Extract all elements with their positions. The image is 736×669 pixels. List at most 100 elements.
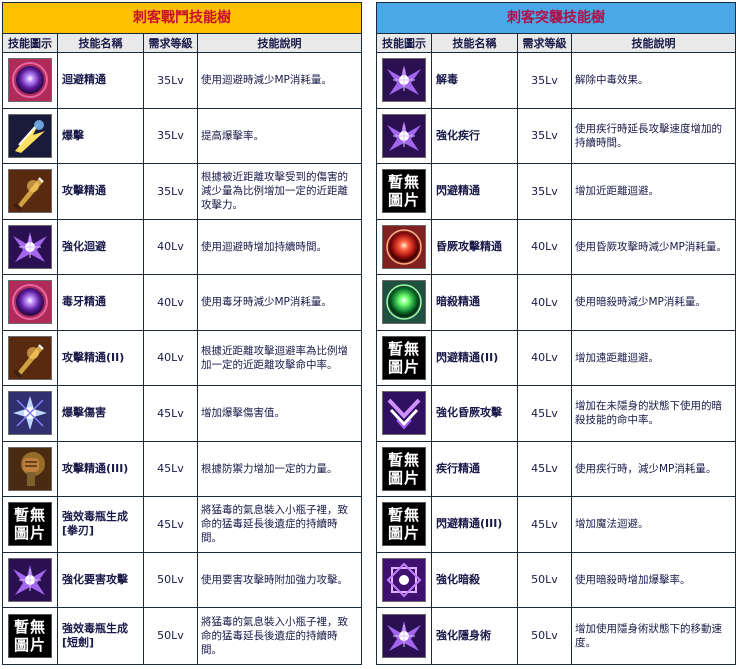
combat-skill-tree-table: 刺客戰鬥技能樹 技能圖示 技能名稱 需求等級 技能說明 迴避精通 35Lv 使用迴避… xyxy=(2,2,362,665)
skill-description: 增加魔法迴避。 xyxy=(575,518,649,531)
table-row: 暫無 圖片 閃避精通(II) 40Lv 增加遠距離迴避。 xyxy=(377,330,735,386)
skill-icon-cell xyxy=(377,219,432,274)
skill-name: 毒牙精通 xyxy=(58,275,144,330)
skill-description: 將猛毒的氣息裝入小瓶子裡，致命的猛毒延長後遺症的持續時間。 xyxy=(201,504,348,545)
header-icon: 技能圖示 xyxy=(3,34,58,52)
skill-level: 35Lv xyxy=(518,53,572,108)
red-orb-icon xyxy=(382,224,426,269)
skill-description: 增加近距離迴避。 xyxy=(575,185,659,198)
no-image-text-top: 暫無 xyxy=(387,173,420,192)
no-image-text-top: 暫無 xyxy=(387,339,420,358)
skill-description: 使用迴避時減少MP消耗量。 xyxy=(201,74,332,87)
skill-level: 40Lv xyxy=(518,330,572,385)
no-image-text-bottom: 圖片 xyxy=(387,524,420,543)
no-image-text-top: 暫無 xyxy=(13,506,46,525)
skill-description: 根據被近距離攻擊受到的傷害的減少量為比例增加一定的近距離攻擊力。 xyxy=(201,171,348,212)
no-image-text-bottom: 圖片 xyxy=(387,357,420,376)
table-header: 技能圖示 技能名稱 需求等級 技能說明 xyxy=(3,34,361,53)
skill-icon-cell: 暫無 圖片 xyxy=(377,330,432,385)
table-row: 強化暗殺 50Lv 使用暗殺時增加爆擊率。 xyxy=(377,552,735,608)
skill-name: 強化暗殺 xyxy=(432,552,518,607)
skill-name: 強化疾行 xyxy=(432,108,518,163)
glowing-blade-icon xyxy=(8,169,52,214)
skill-level: 45Lv xyxy=(144,497,198,552)
table-row: 暫無 圖片 強效毒瓶生成[短劍] 50Lv 將猛毒的氣息裝入小瓶子裡，致命的猛毒延長後遺… xyxy=(3,608,361,664)
skill-description: 使用疾行時，減少MP消耗量。 xyxy=(575,462,717,475)
skill-description: 使用要害攻擊時附加強力攻擊。 xyxy=(201,573,348,586)
no-image-placeholder: 暫無 圖片 xyxy=(382,502,426,547)
no-image-text-bottom: 圖片 xyxy=(387,468,420,487)
fist-icon xyxy=(8,446,52,491)
skill-name: 攻擊精通(II) xyxy=(58,330,144,385)
skill-icon-cell xyxy=(377,552,432,607)
table-row: 強化隱身術 50Lv 增加使用隱身術狀態下的移動速度。 xyxy=(377,608,735,664)
skill-description: 解除中毒效果。 xyxy=(575,74,649,87)
skill-level: 45Lv xyxy=(518,441,572,496)
no-image-placeholder: 暫無 圖片 xyxy=(382,446,426,491)
purple-wings-icon xyxy=(382,613,426,658)
purple-emblem-icon xyxy=(382,557,426,602)
skill-level: 35Lv xyxy=(144,108,198,163)
no-image-text-top: 暫無 xyxy=(387,506,420,525)
header-name: 技能名稱 xyxy=(58,34,144,52)
table-row: 強化要害攻擊 50Lv 使用要害攻擊時附加強力攻擊。 xyxy=(3,552,361,608)
table-row: 解毒 35Lv 解除中毒效果。 xyxy=(377,53,735,109)
skill-icon-cell: 暫無 圖片 xyxy=(3,608,58,664)
glowing-blade-icon xyxy=(8,335,52,380)
skill-level: 40Lv xyxy=(518,219,572,274)
skill-name: 迴避精通 xyxy=(58,53,144,108)
skill-level: 40Lv xyxy=(144,330,198,385)
no-image-text-top: 暫無 xyxy=(387,450,420,469)
header-name: 技能名稱 xyxy=(432,34,518,52)
table-row: 攻擊精通(II) 40Lv 根據近距離攻擊迴避率為比例增加一定的近距離攻擊命中率。 xyxy=(3,330,361,386)
skill-icon-cell xyxy=(3,330,58,385)
header-desc: 技能說明 xyxy=(631,37,676,50)
table-row: 毒牙精通 40Lv 使用毒牙時減少MP消耗量。 xyxy=(3,275,361,331)
no-image-placeholder: 暫無 圖片 xyxy=(382,169,426,214)
skill-description: 使用暗殺時減少MP消耗量。 xyxy=(575,296,706,309)
skill-description: 使用疾行時延長攻擊速度增加的持續時間。 xyxy=(575,122,722,149)
skill-level: 50Lv xyxy=(518,552,572,607)
skill-description: 使用迴避時增加持續時間。 xyxy=(201,240,327,253)
skill-icon-cell xyxy=(377,108,432,163)
skill-icon-cell xyxy=(3,108,58,163)
blue-burst-icon xyxy=(8,391,52,436)
no-image-text-bottom: 圖片 xyxy=(13,635,46,654)
purple-wings-icon xyxy=(8,557,52,602)
skill-icon-cell xyxy=(3,552,58,607)
skill-icon-cell xyxy=(377,53,432,108)
purple-orb-icon xyxy=(8,280,52,325)
skill-icon-cell: 暫無 圖片 xyxy=(377,164,432,219)
skill-name: 攻擊精通 xyxy=(58,164,144,219)
purple-wings-icon xyxy=(382,58,426,103)
table-row: 暫無 圖片 強效毒瓶生成[拳刃] 45Lv 將猛毒的氣息裝入小瓶子裡，致命的猛毒延長後遺… xyxy=(3,497,361,553)
skill-description: 提高爆擊率。 xyxy=(201,129,264,142)
table-row: 強化昏厥攻擊 45Lv 增加在未隱身的狀態下使用的暗殺技能的命中率。 xyxy=(377,386,735,442)
skill-level: 35Lv xyxy=(518,108,572,163)
skill-description: 使用暗殺時增加爆擊率。 xyxy=(575,573,691,586)
skill-description: 將猛毒的氣息裝入小瓶子裡，致命的猛毒延長後遺症的持續時間。 xyxy=(201,615,348,656)
table-header: 技能圖示 技能名稱 需求等級 技能說明 xyxy=(377,34,735,53)
skill-description: 增加爆擊傷害值。 xyxy=(201,407,285,420)
table-row: 攻擊精通(III) 45Lv 根據防禦力增加一定的力量。 xyxy=(3,441,361,497)
no-image-text-bottom: 圖片 xyxy=(13,524,46,543)
skill-icon-cell xyxy=(377,386,432,441)
purple-wings-icon xyxy=(8,224,52,269)
purple-orb-icon xyxy=(8,58,52,103)
skill-name: 強化迴避 xyxy=(58,219,144,274)
skill-level: 40Lv xyxy=(518,275,572,330)
table-row: 暗殺精通 40Lv 使用暗殺時減少MP消耗量。 xyxy=(377,275,735,331)
skill-icon-cell xyxy=(3,164,58,219)
table-row: 迴避精通 35Lv 使用迴避時減少MP消耗量。 xyxy=(3,53,361,109)
lightning-strike-icon xyxy=(8,113,52,158)
skill-level: 40Lv xyxy=(144,219,198,274)
skill-icon-cell xyxy=(3,386,58,441)
table-row: 強化疾行 35Lv 使用疾行時延長攻擊速度增加的持續時間。 xyxy=(377,108,735,164)
skill-level: 50Lv xyxy=(144,552,198,607)
raid-skill-tree-table: 刺客突襲技能樹 技能圖示 技能名稱 需求等級 技能說明 解毒 35Lv 解除中毒效果… xyxy=(376,2,736,665)
skill-icon-cell xyxy=(3,441,58,496)
skill-icon-cell: 暫無 圖片 xyxy=(377,497,432,552)
skill-level: 45Lv xyxy=(518,497,572,552)
green-orb-icon xyxy=(382,280,426,325)
skill-name: 爆擊傷害 xyxy=(58,386,144,441)
